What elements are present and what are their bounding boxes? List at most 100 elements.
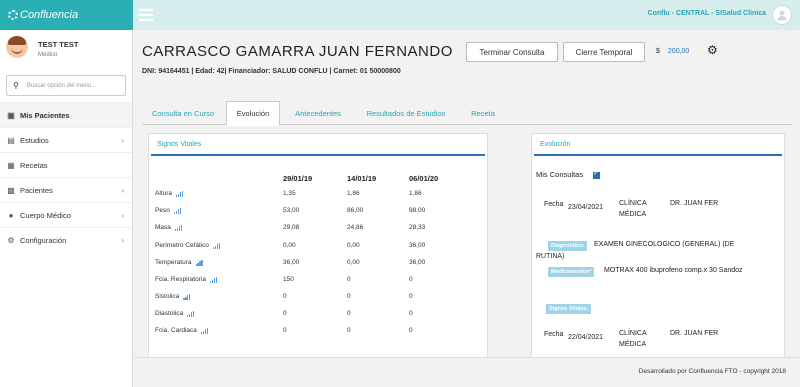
- sidebar-item-mis-pacientes[interactable]: ▣ Mis Pacientes: [0, 102, 132, 127]
- entry-place: CLÍNICA: [619, 200, 647, 207]
- vital-value: 0: [409, 310, 413, 317]
- vital-value: 1,86: [347, 190, 360, 197]
- signal-chart-icon[interactable]: [183, 293, 191, 300]
- vital-label: Peso: [155, 207, 182, 214]
- signal-chart-icon[interactable]: [209, 276, 218, 283]
- table-row: Fcia. Cardiaca 0 0 0: [155, 327, 485, 339]
- tab-bar: Consulta en Curso Evolución Antecedentes…: [142, 101, 792, 126]
- medication-badge: Medicamentos*: [548, 267, 595, 277]
- table-row: Masa 29,08 24,86 28,33: [155, 224, 485, 236]
- user-avatar-icon[interactable]: [772, 5, 792, 25]
- vital-value: 29,08: [283, 224, 300, 231]
- panel-title: Signos Vitales: [151, 134, 485, 156]
- id-card-icon: ▩: [7, 185, 15, 195]
- vital-value: 0: [347, 293, 351, 300]
- sidebar-item-label: Configuración: [20, 235, 67, 245]
- end-consult-button[interactable]: Terminar Consulta: [466, 42, 558, 62]
- gear-icon[interactable]: ⚙: [707, 43, 718, 57]
- tab-antecedentes[interactable]: Antecedentes: [282, 101, 354, 125]
- vital-label: Fcia. Respiratoria: [155, 276, 218, 283]
- vital-value: 0: [347, 310, 351, 317]
- sidebar-item-pacientes[interactable]: ▩ Pacientes ›: [0, 177, 132, 202]
- tab-evolucion[interactable]: Evolución: [226, 101, 280, 126]
- evolution-panel: Evolución Mis Consultas Fecha 23/04/2021…: [531, 133, 785, 385]
- entry-date: 22/04/2021: [568, 334, 604, 341]
- vital-value: 98,00: [409, 207, 426, 214]
- vital-label: Fcia. Cardiaca: [155, 327, 209, 334]
- vital-value: 24,86: [347, 224, 364, 231]
- entry-date-label: Fecha: [544, 331, 564, 338]
- search-placeholder: Buscar opción del menu...: [26, 82, 97, 89]
- diagnosis-text-cont: RUTINA): [536, 253, 565, 260]
- signal-chart-icon[interactable]: [195, 259, 204, 266]
- briefcase-icon: ▣: [7, 110, 15, 120]
- entry-place: CLÍNICA: [619, 330, 647, 337]
- vital-label: Temperatura: [155, 259, 203, 266]
- vital-label: Altura: [155, 190, 184, 197]
- vital-signs-panel: Signos Vitales 29/01/19 14/01/19 06/01/2…: [148, 133, 488, 385]
- tab-resultados-estudios[interactable]: Resultados de Estudios: [354, 101, 458, 125]
- signal-chart-icon[interactable]: [212, 242, 221, 249]
- sidebar-item-estudios[interactable]: ▤ Estudios ›: [0, 127, 132, 152]
- user-role: Médico: [38, 52, 58, 58]
- chevron-right-icon: ›: [121, 210, 124, 220]
- brand-logo[interactable]: Confluencia: [0, 0, 133, 30]
- entry-date: 23/04/2021: [568, 204, 604, 211]
- vital-value: 0: [409, 293, 413, 300]
- menu-toggle-icon[interactable]: [139, 9, 153, 21]
- my-consults-toggle[interactable]: Mis Consultas: [536, 169, 601, 179]
- vital-label: Masa: [155, 224, 183, 231]
- table-row: Diastolica 0 0 0: [155, 310, 485, 322]
- signal-chart-icon[interactable]: [173, 207, 182, 214]
- vital-value: 1,86: [409, 190, 422, 197]
- vital-value: 0: [347, 327, 351, 334]
- sidebar-item-cuerpo-medico[interactable]: ● Cuerpo Médico ›: [0, 202, 132, 227]
- search-icon: ⚲: [13, 81, 19, 90]
- main-content: CARRASCO GAMARRA JUAN FERNANDO DNI: 9416…: [134, 30, 800, 387]
- vital-value: 1,35: [283, 190, 296, 197]
- consult-amount: $200,00: [656, 48, 689, 55]
- sidebar-item-label: Cuerpo Médico: [20, 210, 71, 220]
- signal-chart-icon[interactable]: [187, 310, 195, 317]
- my-consults-checkbox[interactable]: [593, 169, 601, 179]
- vital-value: 0: [283, 327, 287, 334]
- medication-text: MOTRAX 400 ibuprofeno comp.x 30 Sandoz: [604, 267, 743, 274]
- search-input[interactable]: ⚲ Buscar opción del menu...: [6, 75, 126, 96]
- vital-value: 0,00: [347, 259, 360, 266]
- vital-value: 0,00: [283, 242, 296, 249]
- signal-chart-icon[interactable]: [174, 224, 183, 231]
- vital-value: 0: [283, 310, 287, 317]
- chevron-right-icon: ›: [121, 135, 124, 145]
- vital-value: 0: [347, 276, 351, 283]
- vital-value: 86,00: [347, 207, 364, 214]
- vital-value: 0: [409, 327, 413, 334]
- patient-info: DNI: 94164451 | Edad: 42| Financiador: S…: [142, 68, 401, 75]
- vital-value: 36,00: [409, 242, 426, 249]
- footer-text: Desarrollado por Confluencia FTO - copyr…: [638, 368, 786, 375]
- signal-chart-icon[interactable]: [200, 327, 209, 334]
- my-consults-label: Mis Consultas: [536, 170, 584, 179]
- user-panel: TEST TEST Médico: [0, 30, 132, 71]
- sidebar-item-label: Estudios: [20, 135, 49, 145]
- file-icon: ▤: [7, 135, 15, 145]
- entry-doctor: DR. JUAN FER: [670, 330, 719, 337]
- date-header: 14/01/19: [347, 174, 377, 183]
- chevron-right-icon: ›: [121, 185, 124, 195]
- vital-value: 0: [283, 293, 287, 300]
- signal-chart-icon[interactable]: [175, 190, 184, 197]
- sidebar-item-label: Pacientes: [20, 185, 53, 195]
- sidebar-item-configuracion[interactable]: ⚙ Configuración ›: [0, 227, 132, 252]
- tab-receta[interactable]: Receta: [458, 101, 508, 125]
- sidebar-item-recetas[interactable]: ▦ Recetas: [0, 152, 132, 177]
- temporary-close-button[interactable]: Cierre Temporal: [563, 42, 645, 62]
- vital-label: Diastolica: [155, 310, 195, 317]
- entry-place: MÉDICA: [619, 341, 647, 348]
- brand-name: Confluencia: [20, 9, 79, 21]
- diagnosis-badge: Diagnóstico:: [548, 241, 588, 251]
- tab-consulta-en-curso[interactable]: Consulta en Curso: [142, 101, 224, 125]
- vital-value: 150: [283, 276, 294, 283]
- center-name: Conflu - CENTRAL - SISalud Clinica: [647, 10, 766, 17]
- footer: Desarrollado por Confluencia FTO - copyr…: [134, 357, 800, 387]
- patient-name: CARRASCO GAMARRA JUAN FERNANDO: [142, 43, 453, 60]
- vital-value: 28,33: [409, 224, 426, 231]
